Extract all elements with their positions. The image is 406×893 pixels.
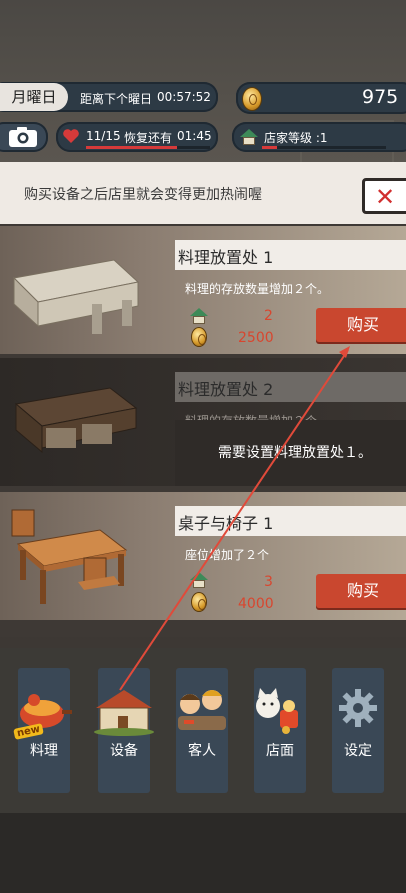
hearts-progress-bar <box>86 146 210 149</box>
camera-icon <box>9 127 37 147</box>
shop-level-label: 店家等级 :1 <box>264 131 328 145</box>
tab-label: 设定 <box>344 743 372 759</box>
level-requirement: 2 <box>264 308 273 324</box>
info-banner: 购买设备之后店里就会变得更加热闹喔 ✕ <box>0 162 406 224</box>
tab-equipment[interactable]: 设备 <box>94 668 154 793</box>
shop-item-table-chairs-1: 桌子与椅子 1 座位增加了２个 3 4000 购买 <box>0 492 406 620</box>
item-price: 4000 <box>238 596 274 612</box>
tab-label: 店面 <box>266 743 294 759</box>
banner-text: 购买设备之后店里就会变得更加热闹喔 <box>24 187 262 203</box>
recover-label: 恢复还有 <box>124 131 173 145</box>
heart-icon <box>63 129 79 143</box>
equipment-icon <box>94 690 154 736</box>
item-name: 料理放置处 1 <box>178 248 274 267</box>
item-price: 2500 <box>238 330 274 346</box>
hearts-progress-fill <box>86 146 177 149</box>
hearts-count: 11/15 <box>86 129 121 143</box>
tab-customers[interactable]: 客人 <box>176 668 228 793</box>
recover-time: 01:45 <box>177 129 212 143</box>
close-icon: ✕ <box>375 183 396 211</box>
shop-item-food-shelf-1: 料理放置处 1 料理的存放数量增加２个。 2 2500 购买 <box>0 226 406 354</box>
coin-count: 975 <box>362 86 399 108</box>
gear-icon <box>339 689 377 727</box>
table-chairs-image <box>11 509 128 604</box>
close-button[interactable]: ✕ <box>362 178 406 214</box>
level-requirement-icon <box>190 308 208 324</box>
item-name: 料理放置处 2 <box>178 380 274 399</box>
item-description: 料理的存放数量增加２个。 <box>185 282 330 296</box>
shop-level-icon <box>240 129 258 145</box>
buy-button[interactable]: 购买 <box>316 574 406 608</box>
locked-requirement-message: 需要设置料理放置处１。 <box>175 420 406 486</box>
coin-icon <box>242 87 262 111</box>
shop-level-progress-bar <box>262 146 386 149</box>
weekday-label: 月曜日 <box>0 83 68 111</box>
countdown-label: 距离下个曜日 <box>80 92 153 106</box>
bottom-nav: new 料理 设备 客人 店面 设定 <box>0 648 406 813</box>
level-requirement: 3 <box>264 574 273 590</box>
tab-storefront[interactable]: 店面 <box>254 668 306 793</box>
storefront-icon <box>256 688 298 734</box>
tab-label: 料理 <box>30 743 58 759</box>
price-coin-icon <box>191 592 207 612</box>
price-coin-icon <box>191 327 207 347</box>
shop-level-progress-fill <box>262 146 277 149</box>
food-counter-image <box>12 259 140 334</box>
wooden-counter-image <box>14 387 138 454</box>
tab-cooking[interactable]: new 料理 <box>13 668 72 793</box>
footer-floor <box>0 813 406 893</box>
customers-icon <box>178 690 226 730</box>
equipment-panel: 购买设备之后店里就会变得更加热闹喔 ✕ 料理放置处 1 料理的存放数量增加２个。… <box>0 162 406 637</box>
item-name: 桌子与椅子 1 <box>178 514 274 533</box>
tab-label: 客人 <box>188 743 216 759</box>
item-description: 座位增加了２个 <box>185 548 270 562</box>
tab-settings[interactable]: 设定 <box>332 668 384 793</box>
countdown-time: 00:57:52 <box>157 90 211 104</box>
buy-button[interactable]: 购买 <box>316 308 406 342</box>
tab-label: 设备 <box>110 743 138 759</box>
level-requirement-icon <box>190 572 208 588</box>
